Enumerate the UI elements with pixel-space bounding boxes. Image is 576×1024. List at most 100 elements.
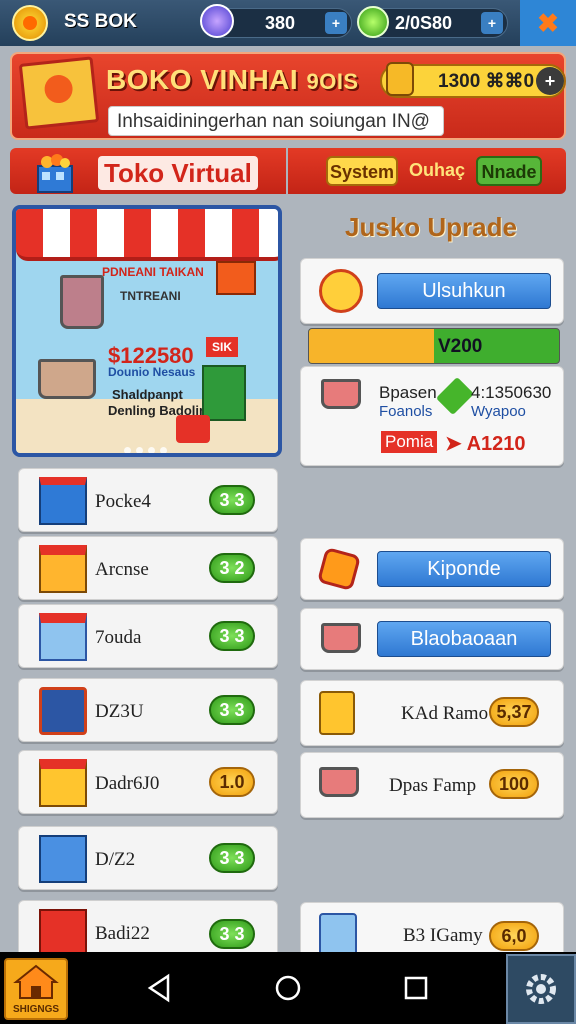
shopping-cart-icon — [60, 275, 104, 329]
item-label: Badi22 — [95, 923, 150, 944]
upgrade-row-1-label: KAd Ramo — [401, 703, 489, 724]
shop-icon — [39, 613, 87, 661]
add-resource-1-button[interactable]: + — [325, 12, 347, 34]
item-price[interactable]: 3 3 — [209, 919, 255, 949]
upgrade-badge-icon — [319, 269, 363, 313]
green-gem-icon — [435, 376, 475, 416]
item-price[interactable]: 1.0 — [209, 767, 255, 797]
upgrade-button-3[interactable]: Blaobaoaan — [377, 621, 551, 657]
banner-coin-bar: 1300 ⌘⌘0 + — [380, 62, 566, 98]
shelf-icon — [202, 365, 246, 421]
info-label-2: Foanols — [379, 403, 433, 420]
upgrade-button-1[interactable]: Ulsuhkun — [377, 273, 551, 309]
tower-icon — [39, 835, 87, 883]
cart-icon — [321, 379, 361, 409]
list-item[interactable]: Pocke4 3 3 — [18, 468, 278, 532]
box-icon — [319, 691, 355, 735]
settings-button[interactable] — [506, 954, 576, 1024]
upgrade-title: Jusko Uprade — [345, 212, 517, 242]
resource-value-2: 2/0S80 — [395, 13, 453, 33]
badge-icon — [316, 546, 362, 592]
item-price[interactable]: 3 3 — [209, 843, 255, 873]
item-label: Dadr6J0 — [95, 773, 160, 794]
carousel-dots[interactable] — [124, 441, 172, 453]
top-bar: SS BOK 380 + 2/0S80 + ✖ — [0, 0, 576, 46]
list-item[interactable]: Arcnse 3 2 — [18, 536, 278, 600]
coin-counter: SS BOK — [64, 11, 137, 32]
green-gem-icon — [357, 6, 389, 38]
upgrade-card-2: Kiponde — [300, 538, 564, 600]
upgrade-row-1-price[interactable]: 5,37 — [489, 697, 539, 727]
item-price[interactable]: 3 3 — [209, 621, 255, 651]
cart-icon — [319, 767, 359, 797]
promo-tag: SIK — [206, 337, 239, 357]
item-price[interactable]: 3 2 — [209, 553, 255, 583]
store-logo-icon — [18, 56, 100, 130]
list-item[interactable]: D/Z2 3 3 — [18, 826, 278, 890]
shop-awning — [16, 209, 278, 261]
banner-subtitle: Inhsaidiningerhan nan soiungan IN@ — [108, 106, 444, 136]
info-label-1: Bpasen — [379, 383, 437, 402]
shopping-cart-icon — [38, 359, 96, 399]
item-label: Arcnse — [95, 559, 149, 580]
resource-value-1: 380 — [265, 13, 296, 33]
basket-icon — [176, 415, 210, 443]
home-icon — [13, 964, 59, 999]
info-red-label: Pomia — [381, 431, 438, 453]
coin-icon[interactable] — [12, 5, 48, 41]
banner-tag: 9OIS — [306, 69, 359, 94]
kiosk-icon — [39, 759, 87, 807]
item-label: D/Z2 — [95, 849, 136, 870]
tools-menu-icon[interactable]: ✖ — [520, 0, 576, 46]
promo-line-2: TNTREANI — [120, 289, 181, 303]
list-item[interactable]: 7ouda 3 3 — [18, 604, 278, 668]
gem-icon — [200, 4, 234, 38]
upgrade-card-3: Blaobaoaan — [300, 608, 564, 670]
upgrade-progress-bar — [308, 328, 560, 364]
item-price[interactable]: 3 3 — [209, 485, 255, 515]
list-item[interactable]: DZ3U 3 3 — [18, 678, 278, 742]
upgrade-info-card: Bpasen Foanols 4:1350630 Wyapoo Pomia ➤ … — [300, 366, 564, 466]
upgrade-row-3-label: B3 IGamy — [403, 925, 483, 946]
building-icon — [39, 477, 87, 525]
upgrade-row-2[interactable]: Dpas Famp 100 — [300, 752, 564, 818]
banner-coin-value: 1300 ⌘⌘0 — [438, 71, 535, 92]
recent-apps-icon[interactable] — [396, 968, 436, 1008]
store-icon — [216, 261, 256, 295]
upgrade-progress-value: V200 — [438, 336, 483, 357]
back-icon[interactable] — [140, 968, 180, 1008]
promo-line-1: PDNEANI TAIKAN — [102, 265, 204, 279]
upgrade-row-2-label: Dpas Famp — [389, 775, 477, 796]
banner-title: BOKO VINHAI 9OIS — [106, 64, 359, 95]
promo-panel[interactable]: PDNEANI TAIKAN TNTREANI $122580 Dounio N… — [12, 205, 282, 457]
upgrade-row-2-price[interactable]: 100 — [489, 769, 539, 799]
register-icon — [39, 687, 87, 735]
banner-add-coins-button[interactable]: + — [536, 67, 564, 95]
store-banner: BOKO VINHAI 9OIS Inhsaidiningerhan nan s… — [10, 52, 566, 140]
money-bag-icon — [386, 62, 414, 96]
item-label: 7ouda — [95, 627, 142, 648]
upgrade-progress-fill — [309, 329, 434, 363]
info-value-2: Wyapoo — [471, 403, 526, 420]
store-icon — [39, 545, 87, 593]
gear-icon — [526, 974, 556, 1004]
tab-nnade[interactable]: Nnade — [476, 156, 542, 186]
tab-ouhac[interactable]: Ouhaç — [404, 156, 470, 186]
cart-icon — [321, 623, 361, 653]
tab-system[interactable]: System — [326, 156, 398, 186]
info-red-value: ➤ A1210 — [445, 433, 526, 455]
info-value-1: 4:1350630 — [471, 383, 552, 402]
upgrade-button-2[interactable]: Kiponde — [377, 551, 551, 587]
shop-title: Toko Virtual — [98, 156, 258, 190]
upgrade-row-3-price[interactable]: 6,0 — [489, 921, 539, 951]
shop-basket-icon — [37, 154, 73, 193]
list-item[interactable]: Dadr6J0 1.0 — [18, 750, 278, 814]
home-nav-icon[interactable] — [268, 968, 308, 1008]
package-icon — [319, 913, 357, 957]
add-resource-2-button[interactable]: + — [481, 12, 503, 34]
promo-line-4: Shaldpanpt — [112, 387, 183, 402]
home-button-label: SHIGNGS — [12, 1004, 60, 1015]
upgrade-row-1[interactable]: KAd Ramo 5,37 — [300, 680, 564, 746]
item-price[interactable]: 3 3 — [209, 695, 255, 725]
promo-line-3: Dounio Nesaus — [108, 365, 196, 379]
